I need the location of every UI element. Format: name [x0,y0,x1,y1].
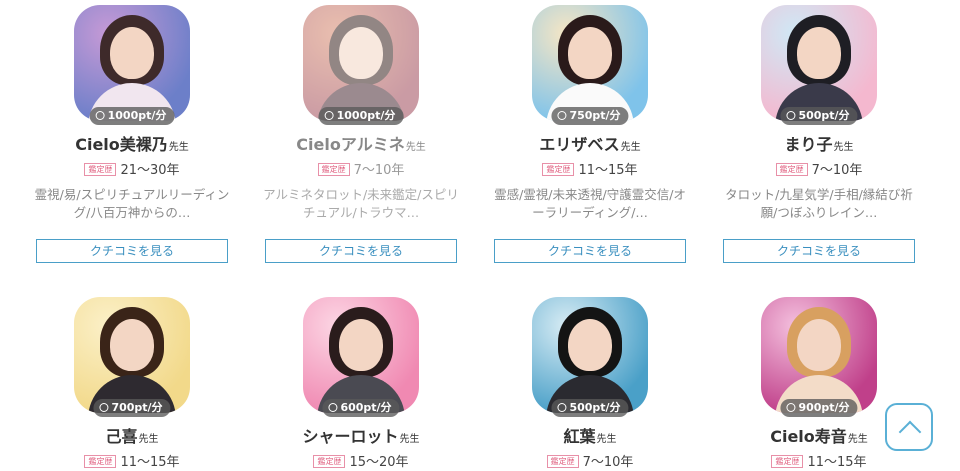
rate-badge: 750pt/分 [551,107,629,125]
rate-badge: 1000pt/分 [89,107,175,125]
back-to-top-button[interactable] [885,403,933,451]
teller-photo[interactable] [532,297,648,413]
teller-card[interactable]: 1000pt/分 Cieloアルミネ先生 鑑定歴 7〜10年 アルミネタロット/未… [261,5,461,263]
teller-name[interactable]: シャーロット先生 [261,427,461,447]
genre-list: アルミネタロット/未来鑑定/スピリチュアル/トラウマ… [263,187,459,220]
teller-photo[interactable] [761,5,877,121]
phone-icon [95,111,105,120]
teller-card[interactable]: 500pt/分 まり子先生 鑑定歴 7〜10年 タロット/九星気学/手相/縁結び祈… [719,5,919,263]
teller-card[interactable]: 1000pt/分 Cielo美裸乃先生 鑑定歴 21〜30年 霊視/易/スピリチュ… [32,5,232,263]
teller-photo-wrap[interactable]: 600pt/分 [303,297,419,417]
rate-badge: 500pt/分 [780,107,858,125]
teller-photo-wrap[interactable]: 500pt/分 [761,5,877,125]
teller-name[interactable]: 己喜先生 [32,427,232,447]
career-badge: 鑑定歴 [84,163,117,176]
review-button[interactable]: クチコミを見る [494,239,686,263]
career-years: 鑑定歴 11〜15年 [719,455,919,471]
teller-photo[interactable] [74,297,190,413]
teller-photo[interactable] [761,297,877,413]
rate-badge: 700pt/分 [93,399,171,417]
phone-icon [786,111,796,120]
review-button[interactable]: クチコミを見る [36,239,228,263]
rate-badge: 900pt/分 [780,399,858,417]
rate-badge: 500pt/分 [551,399,629,417]
teller-photo[interactable] [532,5,648,121]
teller-photo-wrap[interactable]: 900pt/分 [761,297,877,417]
teller-photo-wrap[interactable]: 700pt/分 [74,297,190,417]
teller-name[interactable]: Cieloアルミネ先生 [261,135,461,155]
teller-photo-wrap[interactable]: 1000pt/分 [303,5,419,125]
career-years: 鑑定歴 7〜10年 [490,455,690,471]
phone-icon [786,403,796,412]
genre-list: タロット/九星気学/手相/縁結び祈願/つぼふりレイン… [725,187,913,220]
career-badge: 鑑定歴 [546,455,579,468]
teller-photo[interactable] [303,5,419,121]
teller-photo[interactable] [303,297,419,413]
career-badge: 鑑定歴 [317,163,350,176]
teller-name[interactable]: Cielo美裸乃先生 [32,135,232,155]
career-badge: 鑑定歴 [771,455,804,468]
teller-name[interactable]: まり子先生 [719,135,919,155]
teller-name[interactable]: 紅葉先生 [490,427,690,447]
rate-badge: 600pt/分 [322,399,400,417]
teller-card[interactable]: 700pt/分 己喜先生 鑑定歴 11〜15年 [32,297,232,471]
career-years: 鑑定歴 21〜30年 [32,163,232,179]
teller-photo-wrap[interactable]: 500pt/分 [532,297,648,417]
career-badge: 鑑定歴 [313,455,346,468]
fortune-teller-grid: 1000pt/分 Cielo美裸乃先生 鑑定歴 21〜30年 霊視/易/スピリチュ… [0,0,960,470]
rate-badge: 1000pt/分 [318,107,404,125]
career-years: 鑑定歴 7〜10年 [719,163,919,179]
phone-icon [99,403,109,412]
chevron-up-icon [898,420,922,444]
teller-photo[interactable] [74,5,190,121]
career-years: 鑑定歴 11〜15年 [490,163,690,179]
teller-name[interactable]: エリザベス先生 [490,135,690,155]
review-button[interactable]: クチコミを見る [265,239,457,263]
career-years: 鑑定歴 7〜10年 [261,163,461,179]
teller-card[interactable]: 500pt/分 紅葉先生 鑑定歴 7〜10年 [490,297,690,471]
phone-icon [328,403,338,412]
career-badge: 鑑定歴 [84,455,117,468]
genre-list: 霊視/易/スピリチュアルリーディング/八百万神からの… [34,187,230,220]
phone-icon [324,111,334,120]
review-button[interactable]: クチコミを見る [723,239,915,263]
career-badge: 鑑定歴 [542,163,575,176]
phone-icon [557,403,567,412]
teller-photo-wrap[interactable]: 750pt/分 [532,5,648,125]
career-years: 鑑定歴 15〜20年 [261,455,461,471]
phone-icon [557,111,567,120]
teller-photo-wrap[interactable]: 1000pt/分 [74,5,190,125]
genre-list: 霊感/霊視/未来透視/守護霊交信/オーラリーディング/… [494,187,686,220]
teller-card[interactable]: 600pt/分 シャーロット先生 鑑定歴 15〜20年 [261,297,461,471]
career-badge: 鑑定歴 [775,163,808,176]
career-years: 鑑定歴 11〜15年 [32,455,232,471]
teller-card[interactable]: 750pt/分 エリザベス先生 鑑定歴 11〜15年 霊感/霊視/未来透視/守護霊… [490,5,690,263]
